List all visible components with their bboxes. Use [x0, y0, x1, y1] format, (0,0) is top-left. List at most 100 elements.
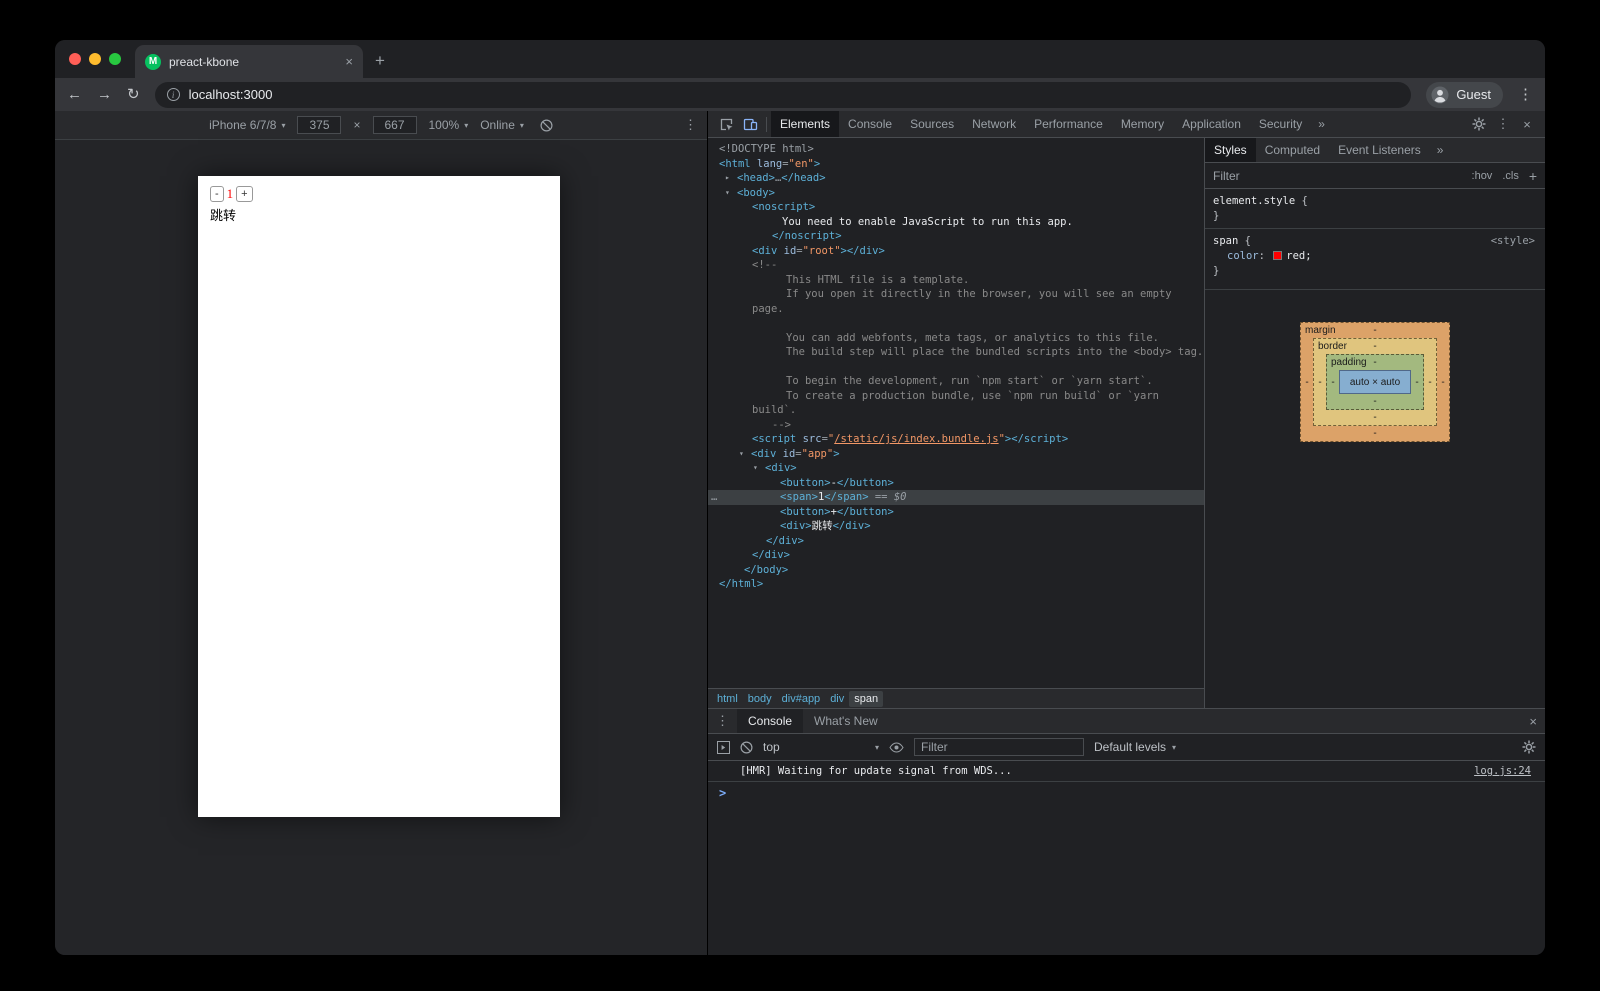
dom-tree-line[interactable]: <!-- [708, 258, 1204, 273]
dom-tree-line[interactable]: ▸<head>…</head> [708, 171, 1204, 186]
jump-link[interactable]: 跳转 [210, 205, 560, 224]
devtools-tab-memory[interactable]: Memory [1112, 111, 1173, 137]
styles-filter-input[interactable] [1213, 169, 1462, 183]
margin-top-value[interactable]: - [1373, 325, 1376, 336]
styles-tab-styles[interactable]: Styles [1205, 138, 1256, 162]
console-filter-input[interactable] [914, 738, 1084, 756]
border-top-value[interactable]: - [1373, 341, 1376, 352]
border-bottom-value[interactable]: - [1373, 412, 1376, 423]
styles-tabs-overflow-icon[interactable]: » [1430, 143, 1451, 157]
dom-tree-line[interactable]: --> [708, 418, 1204, 433]
dom-tree-line[interactable]: <div id="root"></div> [708, 244, 1204, 259]
console-tab-what-s-new[interactable]: What's New [803, 709, 889, 733]
new-style-rule-icon[interactable]: + [1529, 168, 1537, 184]
hov-toggle[interactable]: :hov [1472, 170, 1493, 182]
rule-origin-link[interactable]: <style> [1491, 234, 1535, 249]
console-sidebar-icon[interactable] [717, 741, 730, 754]
collapse-icon[interactable]: ▾ [753, 461, 765, 476]
devtools-tab-security[interactable]: Security [1250, 111, 1311, 137]
reload-icon[interactable]: ↻ [127, 87, 140, 102]
console-prompt[interactable]: > [708, 782, 1545, 804]
dom-tree-line[interactable]: You can add webfonts, meta tags, or anal… [708, 331, 1204, 346]
profile-button[interactable]: Guest [1426, 82, 1503, 108]
dom-tree-line[interactable]: </div> [708, 548, 1204, 563]
margin-right-value[interactable]: - [1437, 338, 1449, 426]
dom-tree-line[interactable]: ▾<div id="app"> [708, 447, 1204, 462]
margin-left-value[interactable]: - [1301, 338, 1313, 426]
throttling-select[interactable]: Online ▾ [480, 118, 524, 132]
drawer-close-icon[interactable]: × [1529, 714, 1537, 729]
box-model-content[interactable]: auto × auto [1339, 370, 1411, 394]
element-style-rule[interactable]: element.style { } [1205, 189, 1545, 228]
border-right-value[interactable]: - [1424, 354, 1436, 410]
cls-toggle[interactable]: .cls [1502, 170, 1519, 182]
devtools-tab-sources[interactable]: Sources [901, 111, 963, 137]
browser-menu-icon[interactable]: ⋮ [1518, 87, 1533, 102]
margin-bottom-value[interactable]: - [1373, 428, 1376, 439]
breadcrumb-item-div[interactable]: div [825, 691, 849, 707]
styles-tab-event-listeners[interactable]: Event Listeners [1329, 138, 1430, 162]
tabs-overflow-icon[interactable]: » [1311, 117, 1332, 131]
dom-tree-line[interactable]: </noscript> [708, 229, 1204, 244]
dom-tree-line[interactable]: …<span>1</span> == $0 [708, 490, 1204, 505]
browser-tab[interactable]: M preact-kbone × [135, 45, 363, 78]
box-model-border[interactable]: border- - padding- - [1313, 338, 1437, 426]
devtools-tab-application[interactable]: Application [1173, 111, 1250, 137]
inspect-element-icon[interactable] [714, 117, 738, 132]
device-select[interactable]: iPhone 6/7/8 ▾ [209, 118, 285, 132]
dom-tree-line[interactable]: <div>跳转</div> [708, 519, 1204, 534]
dom-tree-line[interactable]: <button>+</button> [708, 505, 1204, 520]
settings-gear-icon[interactable] [1467, 117, 1491, 131]
rotate-icon[interactable] [540, 119, 553, 132]
breadcrumb-item-body[interactable]: body [743, 691, 777, 707]
device-toolbar-toggle-icon[interactable] [738, 117, 762, 132]
breadcrumb-item-div-app[interactable]: div#app [777, 691, 826, 707]
dom-tree-line[interactable]: <html lang="en"> [708, 157, 1204, 172]
padding-right-value[interactable]: - [1411, 370, 1423, 394]
collapse-icon[interactable]: ▾ [725, 186, 737, 201]
css-declaration[interactable]: color: red; [1213, 249, 1537, 264]
forward-icon[interactable]: → [97, 87, 112, 102]
devtools-menu-icon[interactable]: ⋮ [1491, 116, 1515, 132]
expand-icon[interactable]: ▸ [725, 171, 737, 186]
styles-tab-computed[interactable]: Computed [1256, 138, 1329, 162]
dom-tree-line[interactable]: To begin the development, run `npm start… [708, 374, 1204, 389]
color-swatch[interactable] [1273, 251, 1282, 260]
devtools-tab-console[interactable]: Console [839, 111, 901, 137]
border-left-value[interactable]: - [1314, 354, 1326, 410]
console-settings-gear-icon[interactable] [1522, 740, 1536, 754]
site-info-icon[interactable]: i [167, 88, 180, 101]
dom-tree-line[interactable]: You need to enable JavaScript to run thi… [708, 215, 1204, 230]
tab-close-icon[interactable]: × [345, 54, 353, 69]
dom-tree-line[interactable]: ▾<body> [708, 186, 1204, 201]
drawer-menu-icon[interactable]: ⋮ [716, 713, 729, 729]
dom-tree-line[interactable]: The build step will place the bundled sc… [708, 345, 1204, 360]
clear-console-icon[interactable] [740, 741, 753, 754]
close-window-button[interactable] [69, 53, 81, 65]
device-height-input[interactable] [373, 116, 417, 134]
dom-tree-line[interactable]: <script src="/static/js/index.bundle.js"… [708, 432, 1204, 447]
box-model-margin[interactable]: margin- - border- - [1300, 322, 1450, 442]
address-bar[interactable]: i localhost:3000 [155, 82, 1412, 108]
zoom-select[interactable]: 100% ▾ [429, 118, 469, 132]
dom-tree-line[interactable]: If you open it directly in the browser, … [708, 287, 1204, 302]
span-style-rule[interactable]: span { <style> color: red; } [1205, 228, 1545, 283]
log-levels-select[interactable]: Default levels ▾ [1094, 740, 1176, 754]
dom-tree-line[interactable]: ▾<div> [708, 461, 1204, 476]
console-message-row[interactable]: [HMR] Waiting for update signal from WDS… [708, 761, 1545, 782]
dom-tree-line[interactable]: </html> [708, 577, 1204, 592]
live-expression-eye-icon[interactable] [889, 742, 904, 753]
dom-tree-line[interactable]: This HTML file is a template. [708, 273, 1204, 288]
collapse-icon[interactable]: ▾ [739, 447, 751, 462]
devtools-tab-elements[interactable]: Elements [771, 111, 839, 137]
fullscreen-window-button[interactable] [109, 53, 121, 65]
box-model-padding[interactable]: padding- - auto × auto - - [1326, 354, 1424, 410]
dom-tree-line[interactable]: To create a production bundle, use `npm … [708, 389, 1204, 404]
dom-tree-line[interactable]: <button>-</button> [708, 476, 1204, 491]
dom-tree-line[interactable]: <noscript> [708, 200, 1204, 215]
dom-tree-line[interactable]: page. [708, 302, 1204, 317]
dom-tree-line[interactable] [708, 316, 1204, 331]
padding-left-value[interactable]: - [1327, 370, 1339, 394]
device-toolbar-menu-icon[interactable]: ⋮ [684, 117, 697, 133]
dom-tree-line[interactable] [708, 360, 1204, 375]
